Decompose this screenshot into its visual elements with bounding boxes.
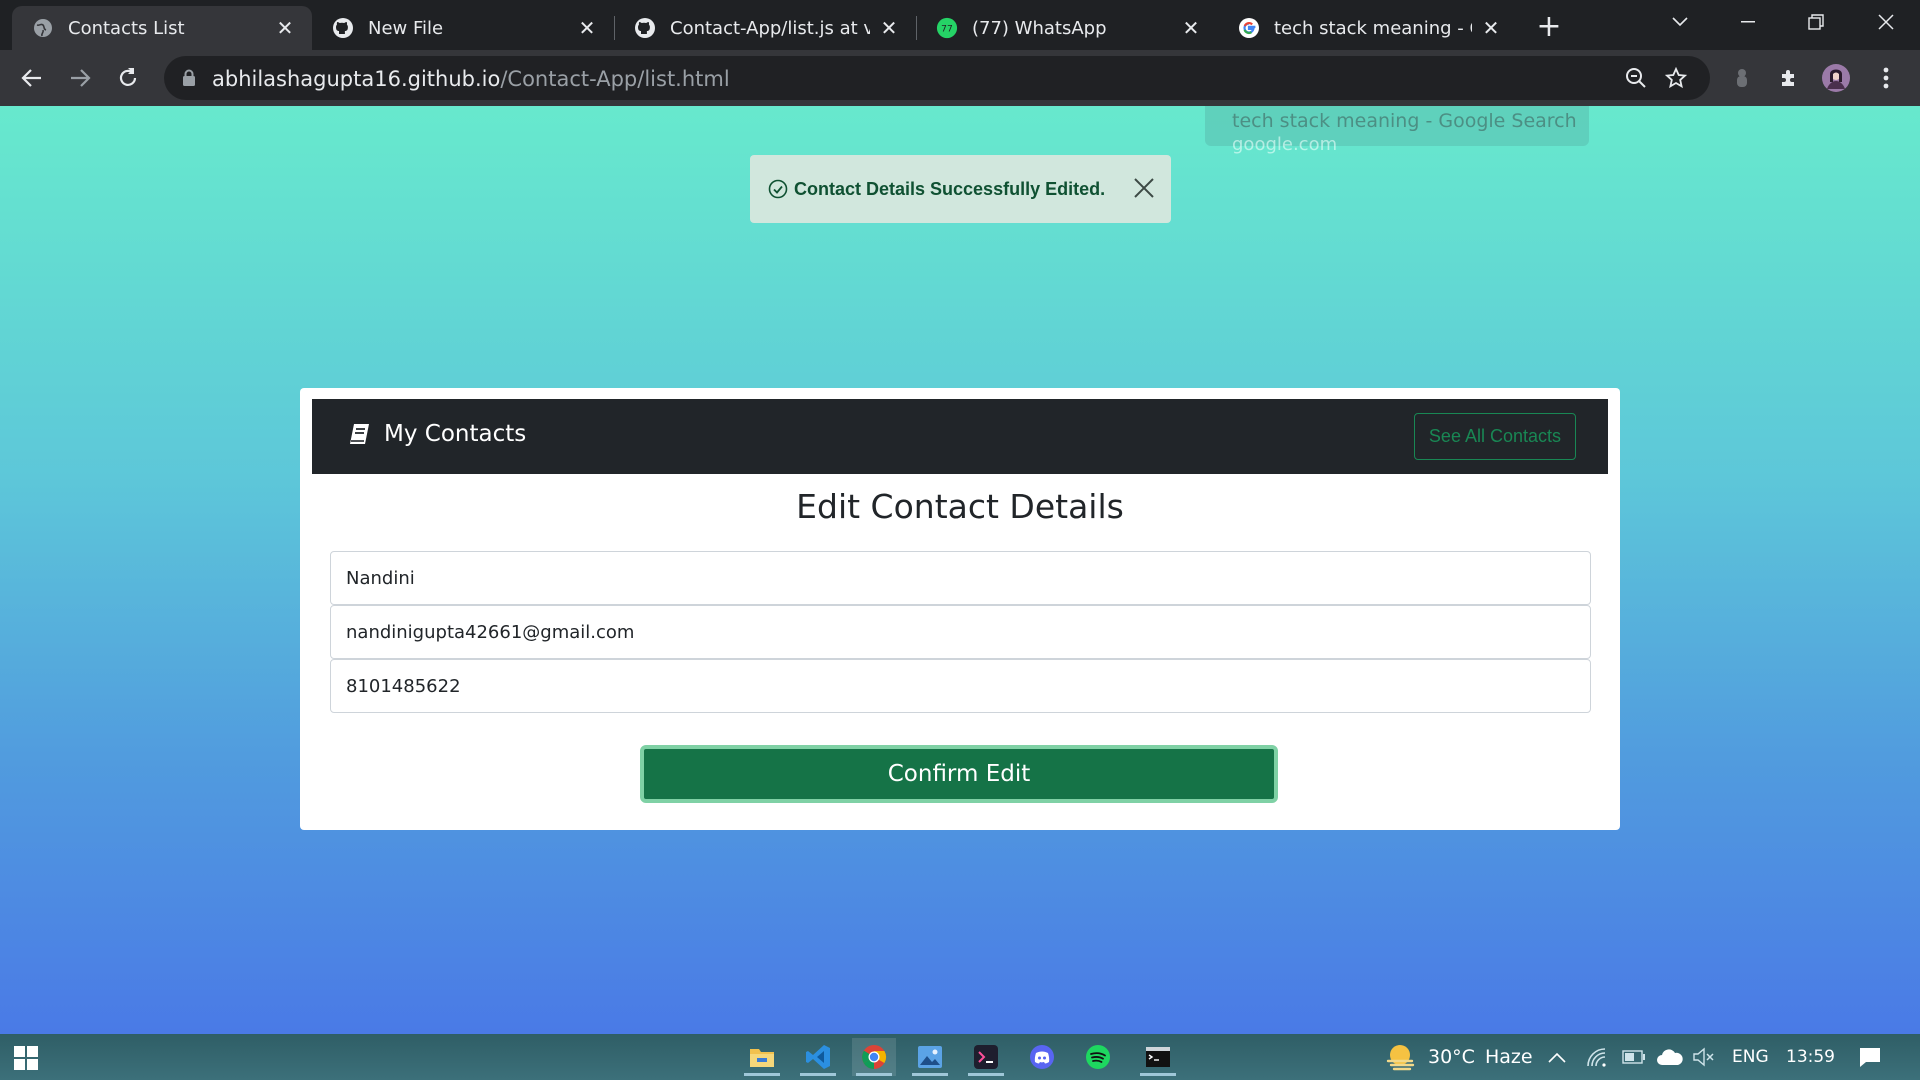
discord-icon[interactable] — [1020, 1038, 1064, 1076]
input-language[interactable]: ENG — [1732, 1034, 1769, 1080]
running-indicator — [800, 1073, 836, 1076]
email-field[interactable] — [330, 605, 1591, 659]
page-viewport: tech stack meaning - Google Search googl… — [0, 106, 1920, 1034]
alert-message: Contact Details Successfully Edited. — [794, 178, 1106, 199]
navbar-brand[interactable]: My Contacts — [348, 421, 526, 447]
command-prompt-icon[interactable] — [1136, 1038, 1180, 1076]
running-indicator — [1140, 1073, 1176, 1076]
tab-search-chevron-icon[interactable] — [1646, 0, 1714, 44]
file-explorer-icon[interactable] — [740, 1038, 784, 1076]
url-text: abhilashagupta16.github.io/Contact-App/l… — [212, 67, 730, 91]
puzzle-extensions-icon[interactable] — [1776, 64, 1804, 92]
see-all-contacts-button[interactable]: See All Contacts — [1413, 413, 1576, 460]
onedrive-cloud-icon[interactable] — [1656, 1034, 1684, 1080]
navbar: My Contacts See All Contacts — [312, 399, 1608, 474]
battery-icon[interactable] — [1622, 1034, 1646, 1080]
whatsapp-icon: 77 — [936, 17, 958, 39]
tooltip-title: tech stack meaning - Google Search — [1232, 110, 1577, 132]
browser-tabstrip: Contacts List ✕ New File ✕ Contact-App/l… — [0, 0, 1920, 50]
tab-title: Contact-App/list.js at vers — [670, 17, 870, 39]
close-tab-icon[interactable]: ✕ — [576, 16, 598, 40]
haze-weather-icon — [1386, 1043, 1416, 1071]
close-tab-icon[interactable]: ✕ — [878, 16, 900, 40]
running-indicator — [744, 1073, 780, 1076]
browser-toolbar: abhilashagupta16.github.io/Contact-App/l… — [0, 50, 1920, 106]
chrome-icon[interactable] — [852, 1038, 896, 1076]
check-circle-icon — [768, 179, 788, 199]
tab-title: tech stack meaning - Goo — [1274, 17, 1472, 39]
github-icon — [332, 17, 354, 39]
edit-contact-card: My Contacts See All Contacts Edit Contac… — [300, 388, 1620, 830]
weather-widget[interactable]: 30°C Haze — [1386, 1034, 1533, 1080]
show-hidden-icons-chevron-icon[interactable] — [1548, 1034, 1566, 1080]
tab-google-search[interactable]: tech stack meaning - Goo ✕ — [1218, 6, 1518, 50]
terminal-app-icon[interactable] — [964, 1038, 1008, 1076]
weather-condition: Haze — [1484, 1046, 1533, 1068]
kebab-menu-icon[interactable] — [1872, 64, 1900, 92]
star-bookmark-icon[interactable] — [1664, 66, 1688, 90]
photos-icon[interactable] — [908, 1038, 952, 1076]
success-alert: Contact Details Successfully Edited. — [750, 155, 1171, 223]
brand-label: My Contacts — [384, 421, 527, 447]
url-path: /Contact-App/list.html — [500, 67, 730, 91]
tooltip-domain: google.com — [1232, 134, 1338, 155]
system-clock[interactable]: 13:59 — [1786, 1034, 1835, 1080]
profile-avatar[interactable] — [1822, 64, 1850, 92]
back-button[interactable] — [14, 60, 50, 96]
tab-title: Contacts List — [68, 17, 185, 39]
vscode-icon[interactable] — [796, 1038, 840, 1076]
address-bar[interactable]: abhilashagupta16.github.io/Contact-App/l… — [164, 56, 1710, 100]
tab-hover-tooltip: tech stack meaning - Google Search googl… — [1205, 106, 1589, 155]
tab-contact-app-listjs[interactable]: Contact-App/list.js at vers ✕ — [614, 6, 916, 50]
running-indicator — [912, 1073, 948, 1076]
reload-button[interactable] — [110, 60, 146, 96]
tab-contacts-list[interactable]: Contacts List ✕ — [12, 6, 312, 50]
extension-icon[interactable] — [1728, 64, 1756, 92]
running-indicator — [856, 1073, 892, 1076]
new-tab-button[interactable]: + — [1530, 8, 1568, 46]
close-tab-icon[interactable]: ✕ — [1180, 16, 1202, 40]
google-icon — [1238, 17, 1260, 39]
weather-temperature: 30°C — [1428, 1046, 1475, 1068]
windows-taskbar: 30°C Haze ENG 13:59 — [0, 1034, 1920, 1080]
name-field[interactable] — [330, 551, 1591, 605]
close-tab-icon[interactable]: ✕ — [1480, 16, 1502, 40]
tab-new-file[interactable]: New File ✕ — [312, 6, 614, 50]
tab-whatsapp[interactable]: 77 (77) WhatsApp ✕ — [916, 6, 1218, 50]
whatsapp-badge: 77 — [941, 24, 953, 35]
confirm-edit-button[interactable]: Confirm Edit — [640, 745, 1278, 803]
zoom-icon[interactable] — [1624, 66, 1648, 90]
forward-button[interactable] — [62, 60, 98, 96]
spotify-icon[interactable] — [1076, 1038, 1120, 1076]
restore-button[interactable] — [1782, 0, 1850, 44]
close-alert-button[interactable] — [1133, 177, 1155, 203]
minimize-button[interactable] — [1714, 0, 1782, 44]
url-host: abhilashagupta16.github.io — [212, 67, 501, 91]
globe-icon — [32, 17, 54, 39]
page-title: Edit Contact Details — [796, 487, 1124, 526]
github-icon — [634, 17, 656, 39]
running-indicator — [968, 1073, 1004, 1076]
lock-icon[interactable] — [182, 69, 196, 91]
notifications-icon[interactable] — [1858, 1034, 1882, 1080]
tab-title: New File — [368, 17, 444, 39]
close-window-button[interactable] — [1852, 0, 1920, 44]
book-icon — [348, 422, 372, 446]
volume-muted-icon[interactable] — [1692, 1034, 1716, 1080]
tab-title: (77) WhatsApp — [972, 17, 1107, 39]
windows-start-icon[interactable] — [14, 1046, 38, 1074]
phone-field[interactable] — [330, 659, 1591, 713]
wifi-icon[interactable] — [1586, 1034, 1608, 1080]
close-tab-icon[interactable]: ✕ — [274, 16, 296, 40]
